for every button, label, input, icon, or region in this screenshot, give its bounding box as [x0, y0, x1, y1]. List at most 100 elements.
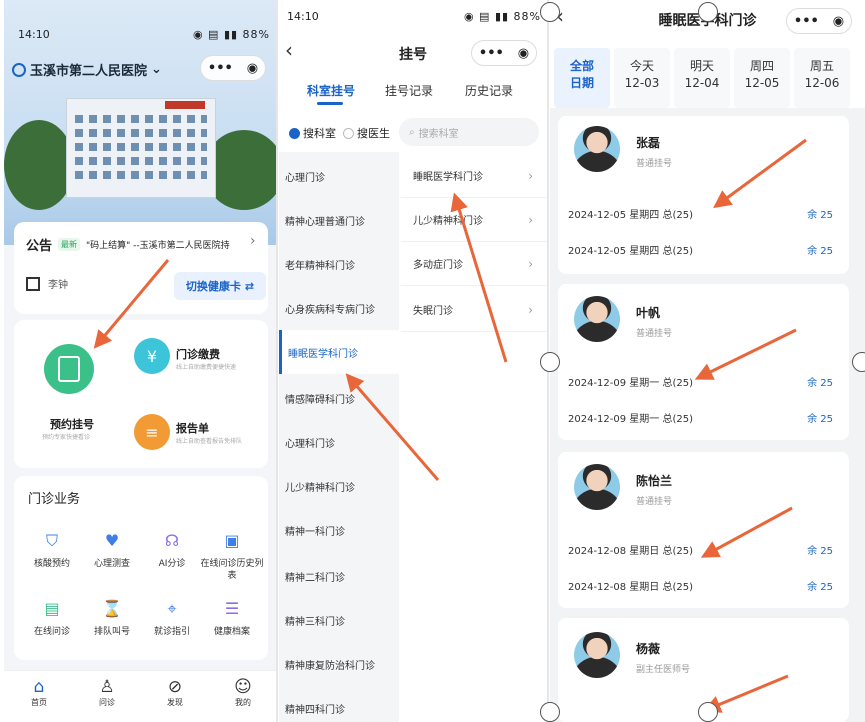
grid-item-psych-test[interactable]: ♥ 心理测查 [80, 530, 144, 570]
search-icon: ⌕ [409, 126, 415, 138]
tab-home[interactable]: ⌂ 首页 [14, 677, 64, 708]
sub-dept-item[interactable]: 儿少精神科门诊 › [401, 198, 547, 242]
doctor-avatar [574, 464, 620, 510]
date-tab[interactable]: 周四 12-05 [734, 48, 790, 108]
grid-item-health-record[interactable]: ☰ 健康档案 [200, 598, 264, 638]
date-tab[interactable]: 周五 12-06 [794, 48, 850, 108]
doctor-avatar [574, 126, 620, 172]
notice-badge: 最新 [58, 238, 81, 251]
date-line2: 12-04 [684, 76, 720, 90]
payment-title[interactable]: 门诊缴费 [176, 346, 220, 362]
grid-item-covid-test[interactable]: ⛉ 核酸预约 [20, 530, 84, 570]
doctor-avatar [574, 632, 620, 678]
payment-icon[interactable]: ¥ [134, 338, 170, 374]
appointment-icon[interactable] [44, 344, 94, 394]
date-tab-all[interactable]: 全部 日期 [554, 48, 610, 108]
close-miniapp-icon[interactable]: ◉ [247, 61, 258, 76]
schedule-slot[interactable]: 2024-12-08 星期日 总(25) 余 25 [568, 542, 839, 557]
grid-item-online-consult[interactable]: ▤ 在线问诊 [20, 598, 84, 638]
close-miniapp-icon[interactable]: ◉ [518, 46, 529, 61]
sub-dept-item[interactable]: 睡眠医学科门诊 › [401, 154, 547, 198]
selection-handle [698, 702, 718, 722]
qr-code-icon[interactable] [26, 276, 40, 291]
notice-bar[interactable]: 公告 最新 "码上结算" --玉溪市第二人民医院持 [26, 235, 230, 254]
appointment-sub: 预约专家快捷看诊 [42, 434, 91, 441]
doctor-name: 张磊 [636, 136, 661, 150]
schedule-slot[interactable]: 2024-12-05 星期四 总(25) 余 25 [568, 242, 839, 257]
date-line2: 12-03 [624, 76, 660, 90]
close-miniapp-icon[interactable]: ◉ [833, 14, 844, 29]
dept-item-selected[interactable]: 睡眠医学科门诊 [279, 330, 399, 374]
selection-handle [540, 702, 560, 722]
grid-item-ai-triage[interactable]: ☊ AI分诊 [140, 530, 204, 570]
date-tab[interactable]: 明天 12-04 [674, 48, 730, 108]
dept-item[interactable]: 精神四科门诊 [279, 686, 399, 722]
slot-text: 2024-12-05 星期四 总(25) [568, 246, 693, 257]
hospital-selector[interactable]: 玉溪市第二人民医院 ⌄ [12, 60, 162, 79]
doctor-level: 普通挂号 [636, 329, 673, 339]
chevron-right-icon: › [528, 212, 533, 227]
more-icon[interactable]: ••• [208, 61, 233, 76]
radio-search-doctor[interactable]: 搜医生 [343, 125, 390, 141]
dept-item[interactable]: 精神三科门诊 [279, 598, 399, 642]
more-icon[interactable]: ••• [479, 46, 504, 61]
grid-label: 排队叫号 [93, 627, 130, 637]
dept-item[interactable]: 心理科门诊 [279, 420, 399, 464]
patient-name: 李钟 [48, 280, 68, 291]
tab-discover[interactable]: ⊘ 发现 [150, 677, 200, 708]
grid-item-guide[interactable]: ⌖ 就诊指引 [140, 598, 204, 638]
battery-text: 88% [242, 28, 270, 41]
ai-icon: ☊ [164, 531, 180, 550]
search-placeholder: 搜索科室 [418, 128, 459, 140]
dept-item[interactable]: 精神心理普通门诊 [279, 198, 399, 242]
dept-item[interactable]: 老年精神科门诊 [279, 242, 399, 286]
slot-text: 2024-12-05 星期四 总(25) [568, 210, 693, 221]
grid-item-consult-history[interactable]: ▣ 在线问诊历史列表 [200, 530, 264, 582]
tab-history[interactable]: 历史记录 [465, 82, 513, 99]
tab-consult[interactable]: ♙ 问诊 [82, 677, 132, 708]
tab-dept-register[interactable]: 科室挂号 [307, 82, 355, 99]
chevron-right-icon[interactable]: › [250, 233, 256, 249]
schedule-slot[interactable]: 2024-12-09 星期一 总(25) 余 25 [568, 410, 839, 425]
sub-dept-label: 儿少精神科门诊 [413, 216, 483, 227]
dept-item[interactable]: 情感障碍科门诊 [279, 376, 399, 420]
date-tab[interactable]: 今天 12-03 [614, 48, 670, 108]
tab-mine[interactable]: ☺ 我的 [218, 677, 268, 708]
home-screen: 14:10 ◉ ▤ ▮▮ 88% 玉溪市第二人民医院 ⌄ ••• ◉ 公告 最新… [4, 0, 276, 722]
schedule-slot[interactable]: 2024-12-05 星期四 总(25) 余 25 [568, 206, 839, 221]
dept-item[interactable]: 心身疾病科专病门诊 [279, 286, 399, 330]
tab-register-records[interactable]: 挂号记录 [385, 82, 433, 99]
miniapp-capsule[interactable]: ••• ◉ [786, 8, 852, 34]
appointment-title[interactable]: 预约挂号 [50, 416, 94, 432]
switch-health-card-button[interactable]: 切换健康卡 ⇄ [174, 272, 266, 300]
schedule-slot[interactable]: 2024-12-08 星期日 总(25) 余 25 [568, 578, 839, 593]
schedule-slot[interactable]: 2024-12-09 星期一 总(25) 余 25 [568, 374, 839, 389]
more-icon[interactable]: ••• [794, 14, 819, 29]
grid-item-queue[interactable]: ⌛ 排队叫号 [80, 598, 144, 638]
miniapp-capsule[interactable]: ••• ◉ [200, 55, 266, 81]
report-title[interactable]: 报告单 [176, 420, 209, 436]
chevron-right-icon: › [528, 302, 533, 317]
date-line1: 周五 [809, 59, 834, 73]
report-icon[interactable]: ≡ [134, 414, 170, 450]
user-icon: ☺ [234, 677, 252, 697]
dept-item[interactable]: 精神二科门诊 [279, 554, 399, 598]
dept-item[interactable]: 精神康复防治科门诊 [279, 642, 399, 686]
dept-item[interactable]: 心理门诊 [279, 154, 399, 198]
grid-label: 心理测查 [93, 559, 130, 569]
slot-remaining: 余 25 [807, 582, 833, 593]
sub-dept-item[interactable]: 多动症门诊 › [401, 242, 547, 286]
slot-remaining: 余 25 [807, 246, 833, 257]
slot-text: 2024-12-08 星期日 总(25) [568, 546, 693, 557]
panel-divider [276, 0, 278, 722]
radio-search-dept[interactable]: 搜科室 [289, 125, 336, 141]
search-input[interactable]: ⌕ 搜索科室 [399, 118, 539, 146]
doctor-level: 普通挂号 [636, 159, 673, 169]
list-icon: ☰ [224, 599, 240, 618]
slot-text: 2024-12-09 星期一 总(25) [568, 378, 693, 389]
miniapp-capsule[interactable]: ••• ◉ [471, 40, 537, 66]
section-title: 门诊业务 [28, 492, 81, 507]
dept-item[interactable]: 儿少精神科门诊 [279, 464, 399, 508]
dept-item[interactable]: 精神一科门诊 [279, 508, 399, 552]
sub-dept-item[interactable]: 失眠门诊 › [401, 288, 547, 332]
